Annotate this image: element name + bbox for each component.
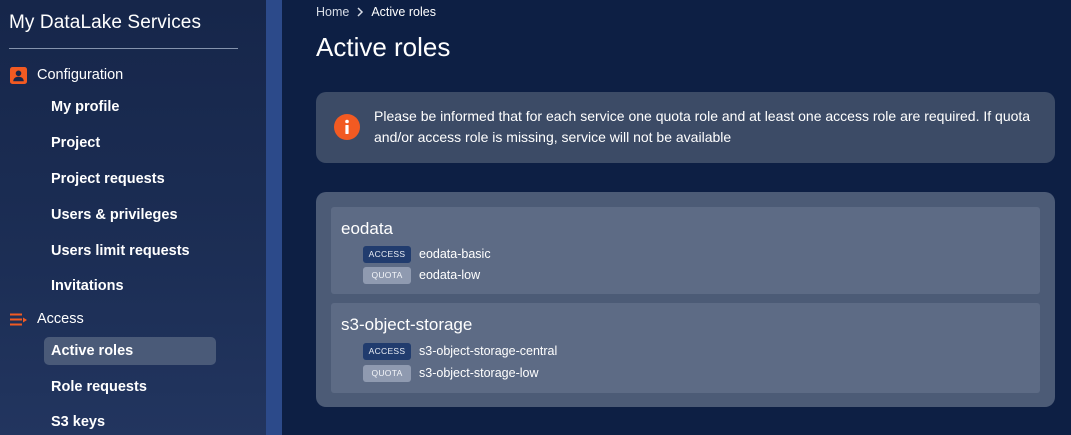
sidebar: My DataLake Services Configuration My pr…: [0, 0, 266, 435]
quota-badge: QUOTA: [363, 266, 411, 284]
role-row: QUOTA s3-object-storage-low: [363, 364, 539, 382]
role-name: s3-object-storage-central: [419, 344, 558, 358]
sidebar-item-project[interactable]: Project: [44, 129, 216, 157]
sidebar-item-my-profile[interactable]: My profile: [44, 93, 216, 121]
list-icon: [10, 311, 27, 328]
access-badge: ACCESS: [363, 342, 411, 360]
section-label: Configuration: [37, 67, 124, 83]
service-name: s3-object-storage: [341, 315, 473, 334]
breadcrumb: Home Active roles: [316, 4, 436, 20]
sidebar-item-users-limit-requests[interactable]: Users limit requests: [44, 237, 216, 265]
roles-panel: eodata ACCESS eodata-basic QUOTA eodata-…: [316, 192, 1055, 407]
breadcrumb-current: Active roles: [371, 5, 436, 19]
sidebar-divider: [9, 48, 238, 49]
sidebar-item-active-roles[interactable]: Active roles: [44, 337, 216, 365]
section-configuration: Configuration: [10, 64, 123, 86]
role-name: eodata-low: [419, 268, 481, 282]
sidebar-scrollbar[interactable]: [266, 0, 282, 435]
sidebar-item-role-requests[interactable]: Role requests: [44, 373, 216, 401]
breadcrumb-home-link[interactable]: Home: [316, 5, 349, 19]
role-row: QUOTA eodata-low: [363, 266, 480, 284]
service-card: eodata ACCESS eodata-basic QUOTA eodata-…: [331, 207, 1040, 294]
access-badge: ACCESS: [363, 245, 411, 263]
app-title: My DataLake Services: [9, 12, 202, 33]
role-row: ACCESS s3-object-storage-central: [363, 342, 557, 360]
service-card: s3-object-storage ACCESS s3-object-stora…: [331, 303, 1040, 393]
chevron-right-icon: [356, 7, 364, 17]
info-text: Please be informed that for each service…: [374, 108, 1031, 145]
info-icon: [334, 114, 360, 140]
section-label: Access: [37, 311, 84, 327]
role-row: ACCESS eodata-basic: [363, 245, 491, 263]
page-title: Active roles: [316, 32, 451, 62]
sidebar-item-project-requests[interactable]: Project requests: [44, 165, 216, 193]
service-name: eodata: [341, 219, 393, 238]
sidebar-item-s3-keys[interactable]: S3 keys: [44, 408, 216, 435]
sidebar-item-users-privileges[interactable]: Users & privileges: [44, 201, 216, 229]
role-name: eodata-basic: [419, 247, 491, 261]
section-access: Access: [10, 308, 84, 330]
role-name: s3-object-storage-low: [419, 366, 539, 380]
info-alert: Please be informed that for each service…: [316, 92, 1055, 163]
person-badge-icon: [10, 66, 27, 84]
sidebar-item-invitations[interactable]: Invitations: [44, 272, 216, 300]
quota-badge: QUOTA: [363, 364, 411, 382]
